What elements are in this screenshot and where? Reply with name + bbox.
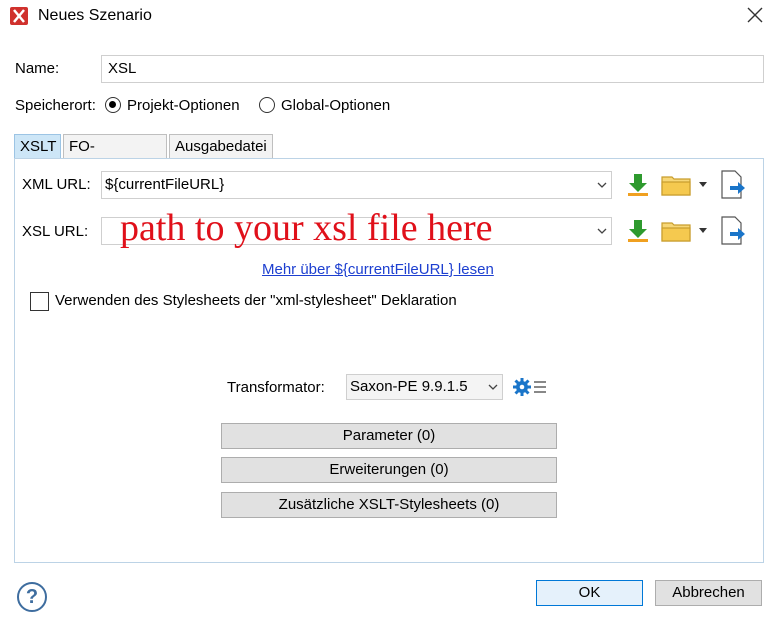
xml-url-label: XML URL: xyxy=(22,176,91,193)
chevron-down-icon xyxy=(597,228,607,234)
tab-output-file[interactable]: Ausgabedatei xyxy=(169,134,273,158)
insert-editor-variables-icon[interactable] xyxy=(625,172,651,198)
insert-editor-variables-icon[interactable] xyxy=(625,218,651,244)
open-in-editor-icon[interactable] xyxy=(719,216,747,246)
use-stylesheet-label[interactable]: Verwenden des Stylesheets der "xml-style… xyxy=(55,292,457,309)
chevron-down-icon xyxy=(488,384,498,390)
close-icon[interactable] xyxy=(744,4,766,26)
additional-stylesheets-button[interactable]: Zusätzliche XSLT-Stylesheets (0) xyxy=(221,492,557,518)
parameters-button[interactable]: Parameter (0) xyxy=(221,423,557,449)
xml-url-value: ${currentFileURL} xyxy=(105,176,225,193)
more-about-link[interactable]: Mehr über ${currentFileURL} lesen xyxy=(262,261,494,278)
project-options-label[interactable]: Projekt-Optionen xyxy=(127,97,240,114)
help-icon[interactable]: ? xyxy=(17,582,47,612)
ok-button[interactable]: OK xyxy=(536,580,643,606)
project-options-radio[interactable] xyxy=(105,97,121,113)
app-logo-icon xyxy=(10,7,28,25)
window-title: Neues Szenario xyxy=(38,7,152,24)
name-label: Name: xyxy=(15,60,60,77)
cancel-button[interactable]: Abbrechen xyxy=(655,580,762,606)
global-options-label[interactable]: Global-Optionen xyxy=(281,97,390,114)
tab-fo-processor[interactable]: FO-Prozessor xyxy=(63,134,167,179)
transformer-value: Saxon-PE 9.9.1.5 xyxy=(350,378,468,395)
chevron-down-icon xyxy=(597,182,607,188)
transformer-select[interactable]: Saxon-PE 9.9.1.5 xyxy=(346,374,503,400)
name-input[interactable]: XSL xyxy=(101,55,764,83)
xsl-url-label: XSL URL: xyxy=(22,223,89,240)
global-options-radio[interactable] xyxy=(259,97,275,113)
folder-dropdown-arrow-icon[interactable] xyxy=(698,227,708,235)
settings-gear-icon[interactable] xyxy=(512,376,548,398)
tab-xslt[interactable]: XSLT xyxy=(14,134,61,158)
folder-icon[interactable] xyxy=(661,172,693,198)
folder-icon[interactable] xyxy=(661,218,693,244)
folder-dropdown-arrow-icon[interactable] xyxy=(698,181,708,189)
transformer-label: Transformator: xyxy=(227,379,325,396)
extensions-button[interactable]: Erweiterungen (0) xyxy=(221,457,557,483)
use-stylesheet-checkbox[interactable] xyxy=(30,292,49,311)
open-in-editor-icon[interactable] xyxy=(719,170,747,200)
xml-url-combo[interactable]: ${currentFileURL} xyxy=(101,171,612,199)
annotation-text: path to your xsl file here xyxy=(120,207,493,249)
storage-label: Speicherort: xyxy=(15,97,96,114)
